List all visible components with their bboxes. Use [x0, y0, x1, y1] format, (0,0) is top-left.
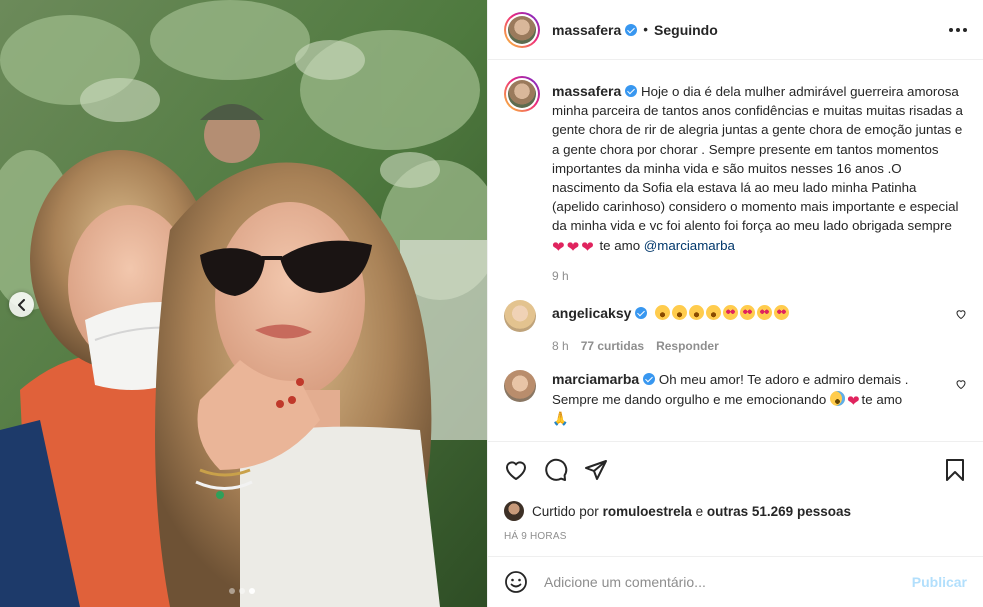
header-separator: • [643, 22, 649, 37]
comments-list[interactable]: massafera Hoje o dia é dela mulher admir… [488, 60, 983, 441]
like-comment-heart-icon[interactable] [955, 378, 967, 390]
bookmark-icon [946, 459, 964, 481]
caption-text: Hoje o dia é dela mulher admirável guerr… [552, 84, 963, 234]
following-button[interactable]: Seguindo [654, 22, 718, 38]
red-heart-icon: ❤ [846, 392, 860, 410]
commenter-avatar[interactable] [504, 300, 536, 333]
comment-bubble-icon [545, 458, 568, 481]
likes-connector: e [695, 503, 704, 519]
carousel-dot [239, 588, 245, 594]
post-sidebar: massafera • Seguindo massafera Hoje o di… [487, 0, 983, 607]
praying-hands-icon: 🙏 [552, 410, 569, 426]
emoji-picker-icon[interactable] [504, 570, 528, 594]
post-photo[interactable] [0, 0, 487, 607]
post-actions: Curtido por romuloestrela e outras 51.26… [488, 441, 983, 542]
verified-badge-icon [625, 85, 638, 97]
post-timestamp[interactable]: Há 9 horas [504, 531, 967, 542]
caption-author-avatar[interactable] [504, 76, 540, 112]
caption-time[interactable]: 9 h [552, 267, 569, 286]
laughing-emoji-icon [672, 305, 688, 321]
comment-username[interactable]: marciamarba [552, 371, 639, 387]
paper-plane-icon [585, 460, 607, 480]
caption-emojis: ❤ ❤ ❤ [552, 238, 599, 256]
more-options-icon[interactable] [949, 27, 967, 32]
carousel-dot-active [249, 588, 255, 594]
comment: marciamarba Oh meu amor! Te adoro e admi… [504, 370, 967, 428]
like-comment-heart-icon[interactable] [955, 308, 967, 320]
comment-input[interactable] [544, 574, 912, 590]
comment-emojis [655, 305, 791, 321]
post-header: massafera • Seguindo [488, 0, 983, 60]
red-heart-icon: ❤ [566, 238, 580, 256]
avatar-image [508, 80, 536, 108]
carousel-dot [229, 588, 235, 594]
likes-prefix: Curtido por [532, 503, 599, 519]
verified-badge-icon [643, 373, 656, 386]
liker-username[interactable]: romuloestrela [603, 504, 692, 519]
comment-time[interactable]: 8 h [552, 337, 569, 356]
red-heart-icon: ❤ [581, 238, 594, 256]
add-comment-bar: Publicar [488, 556, 983, 607]
author-avatar[interactable] [504, 11, 540, 48]
heart-eyes-emoji-icon [723, 305, 739, 321]
caption-username[interactable]: massafera [552, 83, 621, 99]
carousel-prev-button[interactable] [9, 292, 34, 317]
save-button[interactable] [943, 458, 967, 482]
verified-badge-icon [625, 23, 638, 36]
caption-text-end: te amo [599, 237, 641, 253]
liker-avatar[interactable] [504, 501, 524, 521]
laughing-emoji-icon [706, 305, 722, 321]
red-heart-icon: ❤ [552, 238, 565, 256]
crying-emoji-icon [829, 390, 845, 406]
publish-button[interactable]: Publicar [912, 574, 967, 590]
carousel-indicator [229, 588, 255, 594]
caption: massafera Hoje o dia é dela mulher admir… [504, 76, 967, 286]
heart-icon [505, 461, 527, 480]
heart-eyes-emoji-icon [774, 305, 790, 321]
comment-button[interactable] [544, 458, 568, 482]
likes-summary: Curtido por romuloestrela e outras 51.26… [504, 499, 967, 523]
author-username[interactable]: massafera [552, 22, 621, 38]
caption-mention-link[interactable]: @marciamarba [644, 238, 735, 253]
heart-eyes-emoji-icon [740, 305, 756, 321]
laughing-emoji-icon [689, 305, 705, 321]
like-button[interactable] [504, 458, 528, 482]
comment: angelicaksy 8 h 77 curtidas Responder [504, 300, 967, 356]
likes-others-link[interactable]: outras 51.269 pessoas [707, 504, 851, 519]
reply-button[interactable]: Responder [656, 337, 719, 356]
verified-badge-icon [635, 307, 648, 320]
comment-text-end: te amo [861, 391, 903, 407]
laughing-emoji-icon [655, 305, 671, 321]
comment-username[interactable]: angelicaksy [552, 305, 631, 321]
commenter-avatar[interactable] [504, 370, 536, 403]
heart-eyes-emoji-icon [757, 305, 773, 321]
share-button[interactable] [584, 458, 608, 482]
photo-illustration [0, 0, 487, 607]
chevron-left-icon [17, 298, 25, 311]
avatar-image [508, 15, 536, 44]
comment-likes[interactable]: 77 curtidas [581, 337, 644, 356]
